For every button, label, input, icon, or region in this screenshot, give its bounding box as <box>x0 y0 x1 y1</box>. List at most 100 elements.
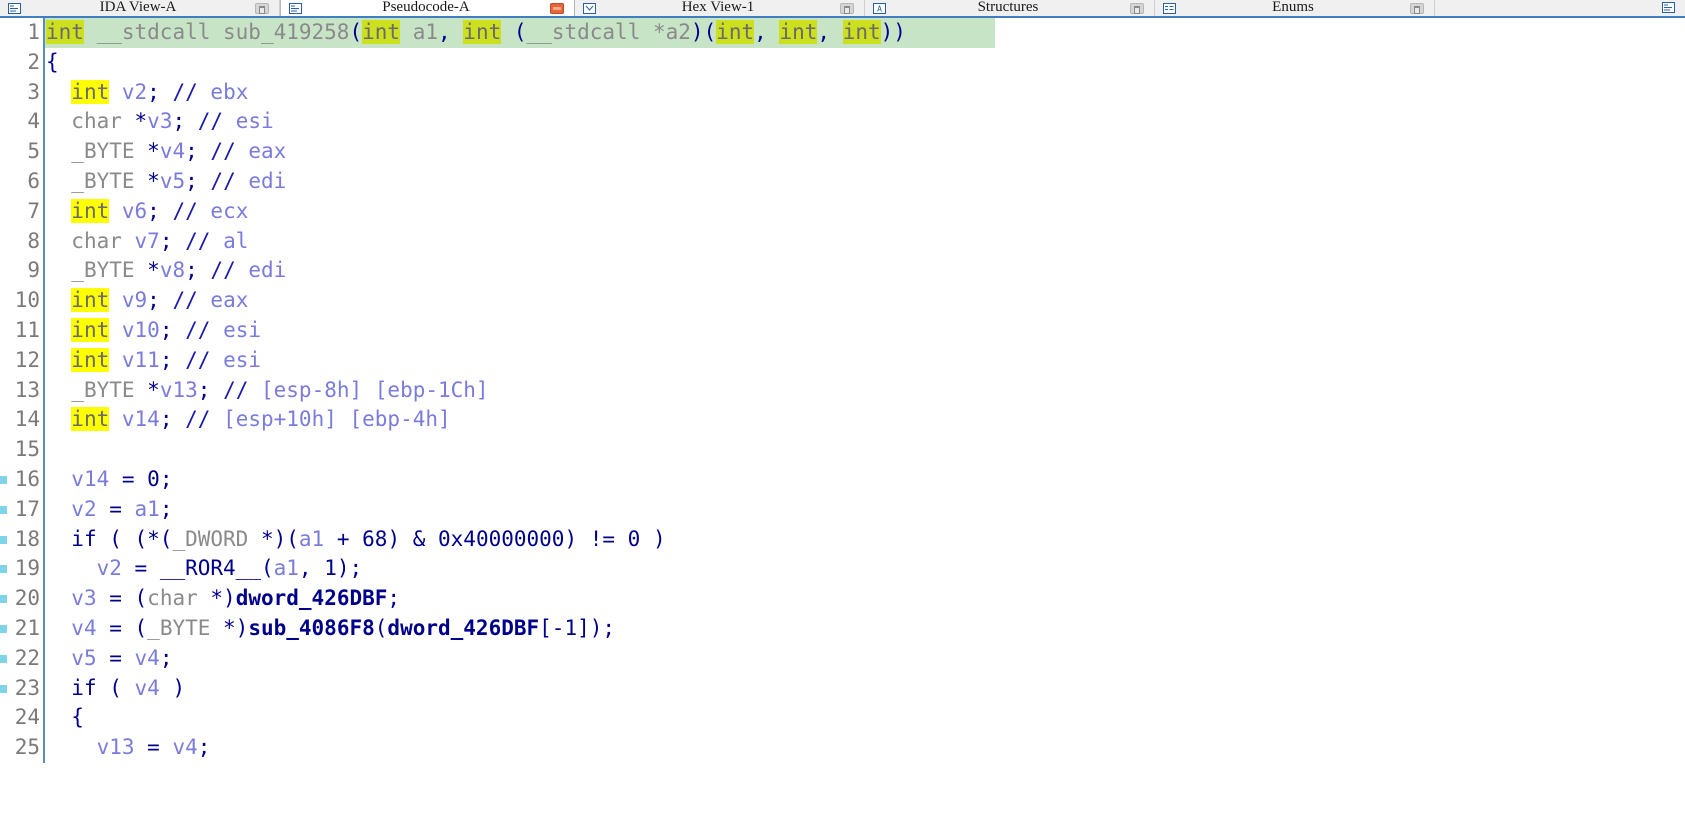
code-line[interactable]: 25 v13 = v4; <box>0 733 1685 763</box>
code-line[interactable]: 1 int __stdcall sub_419258(int a1, int (_… <box>0 18 1685 48</box>
token-ctrl: * <box>147 377 160 402</box>
svg-text:A: A <box>877 4 882 13</box>
code-line[interactable]: 23 if ( v4 ) <box>0 673 1685 704</box>
line-number: 25 <box>14 735 40 760</box>
token-var: v2 <box>96 556 122 581</box>
tab-structures[interactable]: A Structures <box>865 0 1155 16</box>
token-ctrl: *) <box>210 586 236 611</box>
tab-bar: IDA View-A Pseudocode-A Hex View-1 A Structu… <box>0 0 1685 18</box>
token-ctrl: ; <box>147 198 160 223</box>
token-ctrl: ) & <box>387 526 439 551</box>
next-tab-button[interactable] <box>1652 0 1685 16</box>
code-line[interactable]: 9 _BYTE *v8; // edi <box>0 256 1685 287</box>
code-line[interactable]: 6 _BYTE *v5; // edi <box>0 166 1685 197</box>
code-line[interactable]: 18 if ( (*(_DWORD *)(a1 + 68) & 0x400000… <box>0 524 1685 555</box>
token-op: = <box>96 645 135 670</box>
line-number: 22 <box>14 645 40 670</box>
code-line[interactable]: 12 int v11; // esi <box>0 345 1685 376</box>
minimize-icon[interactable] <box>1130 2 1144 14</box>
token-ctrl: ; <box>159 317 173 342</box>
token-kw: int <box>71 347 110 372</box>
code-line[interactable]: 3 int v2; // ebx <box>0 77 1685 108</box>
code-line[interactable]: 14 int v14; // [esp+10h] [ebp-4h] <box>0 405 1685 436</box>
token-ctrl: * <box>147 168 160 193</box>
token-var: v4 <box>71 615 97 640</box>
token-op: = ( <box>96 615 148 640</box>
tab-enums[interactable]: Enums <box>1155 0 1435 16</box>
code-line[interactable]: 13 _BYTE *v13; // [esp-8h] [ebp-1Ch] <box>0 375 1685 406</box>
code-line[interactable]: 21 v4 = (_BYTE *)sub_4086F8(dword_426DBF… <box>0 613 1685 644</box>
token-ctrl: ; <box>159 228 173 253</box>
code-line[interactable]: 5 _BYTE *v4; // eax <box>0 137 1685 167</box>
token-num: 0x40000000 <box>438 526 565 551</box>
line-number: 11 <box>14 317 40 342</box>
tab-hex-view-1[interactable]: Hex View-1 <box>575 0 865 16</box>
pseudocode-editor[interactable]: 1 int __stdcall sub_419258(int a1, int (_… <box>0 18 1685 825</box>
code-line[interactable]: 15 <box>0 435 1685 465</box>
token-cmtsl: // <box>172 288 198 313</box>
token-ctrl: ; <box>185 139 198 164</box>
code-text: int v6; // ecx <box>45 197 248 227</box>
token-var: v4 <box>134 675 160 700</box>
next-tab-icon <box>1662 0 1675 16</box>
code-line[interactable]: 10 int v9; // eax <box>0 286 1685 316</box>
token-op: = ( <box>96 586 148 611</box>
code-line[interactable]: 24 { <box>0 703 1685 734</box>
token-ctrl: * <box>147 258 160 283</box>
token-cmtsl: // <box>210 168 236 193</box>
minimize-icon[interactable] <box>255 2 269 14</box>
token-kw: int <box>71 317 110 342</box>
token-cmt: [esp-8h] [ebp-1Ch] <box>248 377 489 402</box>
gutter-divider <box>43 435 45 465</box>
token-cmtsl: // <box>185 228 211 253</box>
code-line[interactable]: 11 int v10; // esi <box>0 315 1685 346</box>
tab-ida-view-a[interactable]: IDA View-A <box>0 0 280 16</box>
line-number: 17 <box>14 496 40 521</box>
token-type: _BYTE <box>71 258 148 283</box>
code-text: int v11; // esi <box>45 346 261 376</box>
token-cmtsl: // <box>172 79 198 104</box>
token-ctrl: ) <box>640 526 666 551</box>
close-icon[interactable] <box>550 2 564 14</box>
line-number: 2 <box>27 49 40 74</box>
code-line[interactable]: 4 char *v3; // esi <box>0 107 1685 138</box>
code-line[interactable]: 7 int v6; // ecx <box>0 196 1685 227</box>
token-var: v13 <box>96 735 135 760</box>
token-var: v4 <box>159 139 186 164</box>
minimize-icon[interactable] <box>1410 2 1424 14</box>
token-kwg: int <box>716 20 755 44</box>
tab-pseudocode-a[interactable]: Pseudocode-A <box>280 0 575 16</box>
code-text: if ( v4 ) <box>45 674 185 704</box>
code-line[interactable]: 2{ <box>0 47 1685 78</box>
line-number: 5 <box>27 139 40 164</box>
line-number: 7 <box>27 198 40 223</box>
code-line[interactable]: 8 char v7; // al <box>0 226 1685 257</box>
line-number: 18 <box>14 526 40 551</box>
code-line[interactable]: 16 v14 = 0; <box>0 464 1685 495</box>
minimize-icon[interactable] <box>840 2 854 14</box>
token-type: _BYTE <box>71 139 148 164</box>
structures-icon: A <box>873 2 886 14</box>
token-name: dword_426DBF <box>387 615 540 640</box>
token-var: v3 <box>147 109 173 134</box>
token-ctrl: )) <box>880 20 906 44</box>
token-fn <box>830 20 843 44</box>
code-line[interactable]: 17 v2 = a1; <box>0 494 1685 525</box>
code-line[interactable]: 20 v3 = (char *)dword_426DBF; <box>0 584 1685 614</box>
code-line[interactable]: 22 v5 = v4; <box>0 643 1685 674</box>
token-ctrl: *)( <box>260 526 299 551</box>
code-line[interactable]: 19 v2 = __ROR4__(a1, 1); <box>0 554 1685 585</box>
token-ctrl: { <box>71 705 84 730</box>
